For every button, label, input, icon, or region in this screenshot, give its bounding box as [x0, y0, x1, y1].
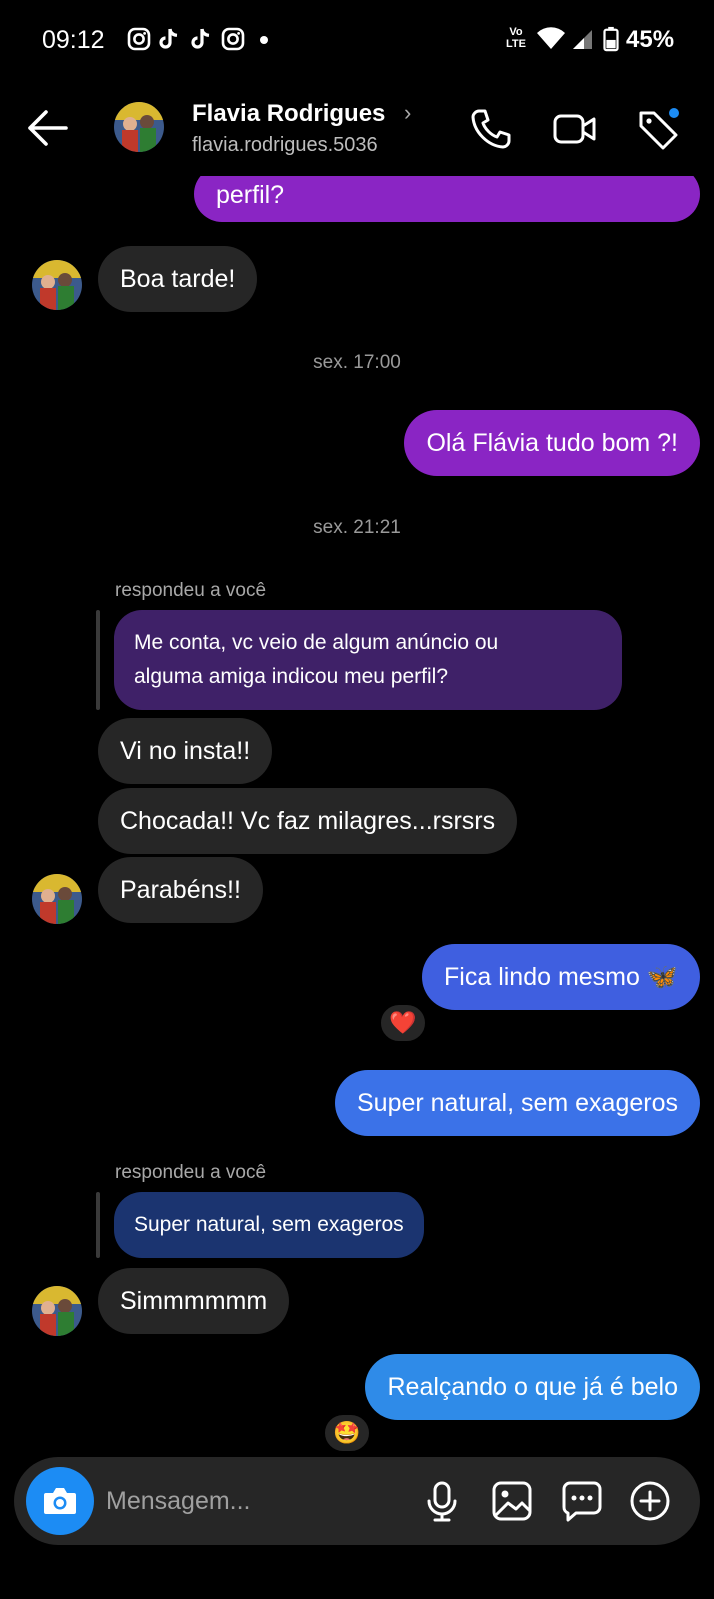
message-text: Simmmmmm: [120, 1286, 268, 1315]
battery-icon: [603, 26, 619, 52]
sticker-icon[interactable]: [560, 1479, 604, 1523]
reply-bar: [96, 1192, 100, 1258]
tag-icon[interactable]: [636, 106, 682, 152]
outgoing-message[interactable]: Fica lindo mesmo 🦋: [422, 944, 700, 1010]
timestamp: sex. 17:00: [313, 352, 401, 373]
plus-icon[interactable]: [628, 1479, 672, 1523]
message-composer: [14, 1457, 700, 1545]
message-list[interactable]: perfil? Boa tarde! sex. 17:00 Olá Flávia…: [0, 166, 714, 1454]
reply-bar: [96, 610, 100, 710]
incoming-message[interactable]: Vi no insta!!: [98, 718, 273, 784]
instagram-icon: [127, 27, 151, 51]
message-text: perfil?: [216, 181, 285, 209]
status-time: 09:12: [42, 26, 105, 54]
outgoing-message[interactable]: Olá Flávia tudo bom ?!: [404, 410, 700, 476]
message-text: Boa tarde!: [120, 264, 236, 293]
quoted-text: Super natural, sem exageros: [134, 1213, 404, 1236]
contact-username[interactable]: flavia.rodrigues.5036: [192, 134, 378, 157]
quoted-text: Me conta, vc veio de algum anúncio ou: [134, 631, 499, 654]
quoted-message[interactable]: Me conta, vc veio de algum anúncio ou al…: [114, 610, 622, 710]
message-text: Chocada!! Vc faz milagres...rsrsrs: [120, 806, 496, 835]
outgoing-message[interactable]: Realçando o que já é belo: [365, 1354, 700, 1420]
battery-percentage: 45%: [626, 26, 675, 53]
contact-avatar[interactable]: [32, 1286, 82, 1336]
instagram-icon: [221, 27, 245, 51]
video-icon[interactable]: [552, 106, 598, 152]
contact-avatar[interactable]: [114, 102, 164, 152]
back-arrow-icon[interactable]: [26, 108, 70, 148]
status-bar: 09:12 Vo LTE 45%: [0, 0, 714, 80]
quoted-message[interactable]: Super natural, sem exageros: [114, 1192, 424, 1258]
camera-button[interactable]: [26, 1467, 94, 1535]
microphone-icon[interactable]: [420, 1479, 464, 1523]
chat-header: Flavia Rodrigues › flavia.rodrigues.5036: [0, 80, 714, 176]
avatar-image: [32, 1286, 82, 1336]
tiktok-icon: [159, 28, 178, 49]
incoming-message[interactable]: Simmmmmm: [98, 1268, 290, 1334]
chevron-right-icon[interactable]: ›: [404, 100, 411, 126]
quoted-text: alguma amiga indicou meu perfil?: [134, 665, 449, 688]
message-text: Super natural, sem exageros: [356, 1088, 678, 1117]
outgoing-message[interactable]: Super natural, sem exageros: [334, 1070, 700, 1136]
avatar-image: [32, 874, 82, 924]
message-input[interactable]: [106, 1481, 406, 1521]
message-text: Realçando o que já é belo: [387, 1372, 678, 1401]
contact-avatar[interactable]: [32, 260, 82, 310]
notification-dot: [260, 36, 268, 44]
signal-icon: [573, 30, 592, 49]
phone-icon[interactable]: [468, 106, 514, 152]
avatar-image: [114, 102, 164, 152]
reply-note: respondeu a você: [115, 1162, 267, 1183]
message-text: Parabéns!!: [120, 875, 241, 904]
contact-name[interactable]: Flavia Rodrigues: [192, 100, 385, 128]
contact-avatar[interactable]: [32, 874, 82, 924]
tiktok-icon: [191, 28, 210, 49]
star-eyes-reaction[interactable]: 🤩: [322, 1412, 372, 1454]
incoming-message[interactable]: Chocada!! Vc faz milagres...rsrsrs: [98, 788, 518, 854]
reply-note: respondeu a você: [115, 580, 267, 601]
message-text: Vi no insta!!: [120, 736, 251, 765]
camera-icon: [44, 1488, 76, 1514]
message-text: Fica lindo mesmo 🦋: [444, 962, 678, 991]
message-text: Olá Flávia tudo bom ?!: [426, 428, 678, 457]
heart-reaction[interactable]: ❤️: [378, 1002, 428, 1044]
timestamp: sex. 21:21: [313, 517, 401, 538]
volte-indicator: Vo LTE: [506, 26, 526, 50]
incoming-message[interactable]: Boa tarde!: [98, 246, 258, 312]
incoming-message[interactable]: Parabéns!!: [98, 857, 263, 923]
wifi-icon: [537, 27, 565, 49]
image-icon[interactable]: [490, 1479, 534, 1523]
avatar-image: [32, 260, 82, 310]
